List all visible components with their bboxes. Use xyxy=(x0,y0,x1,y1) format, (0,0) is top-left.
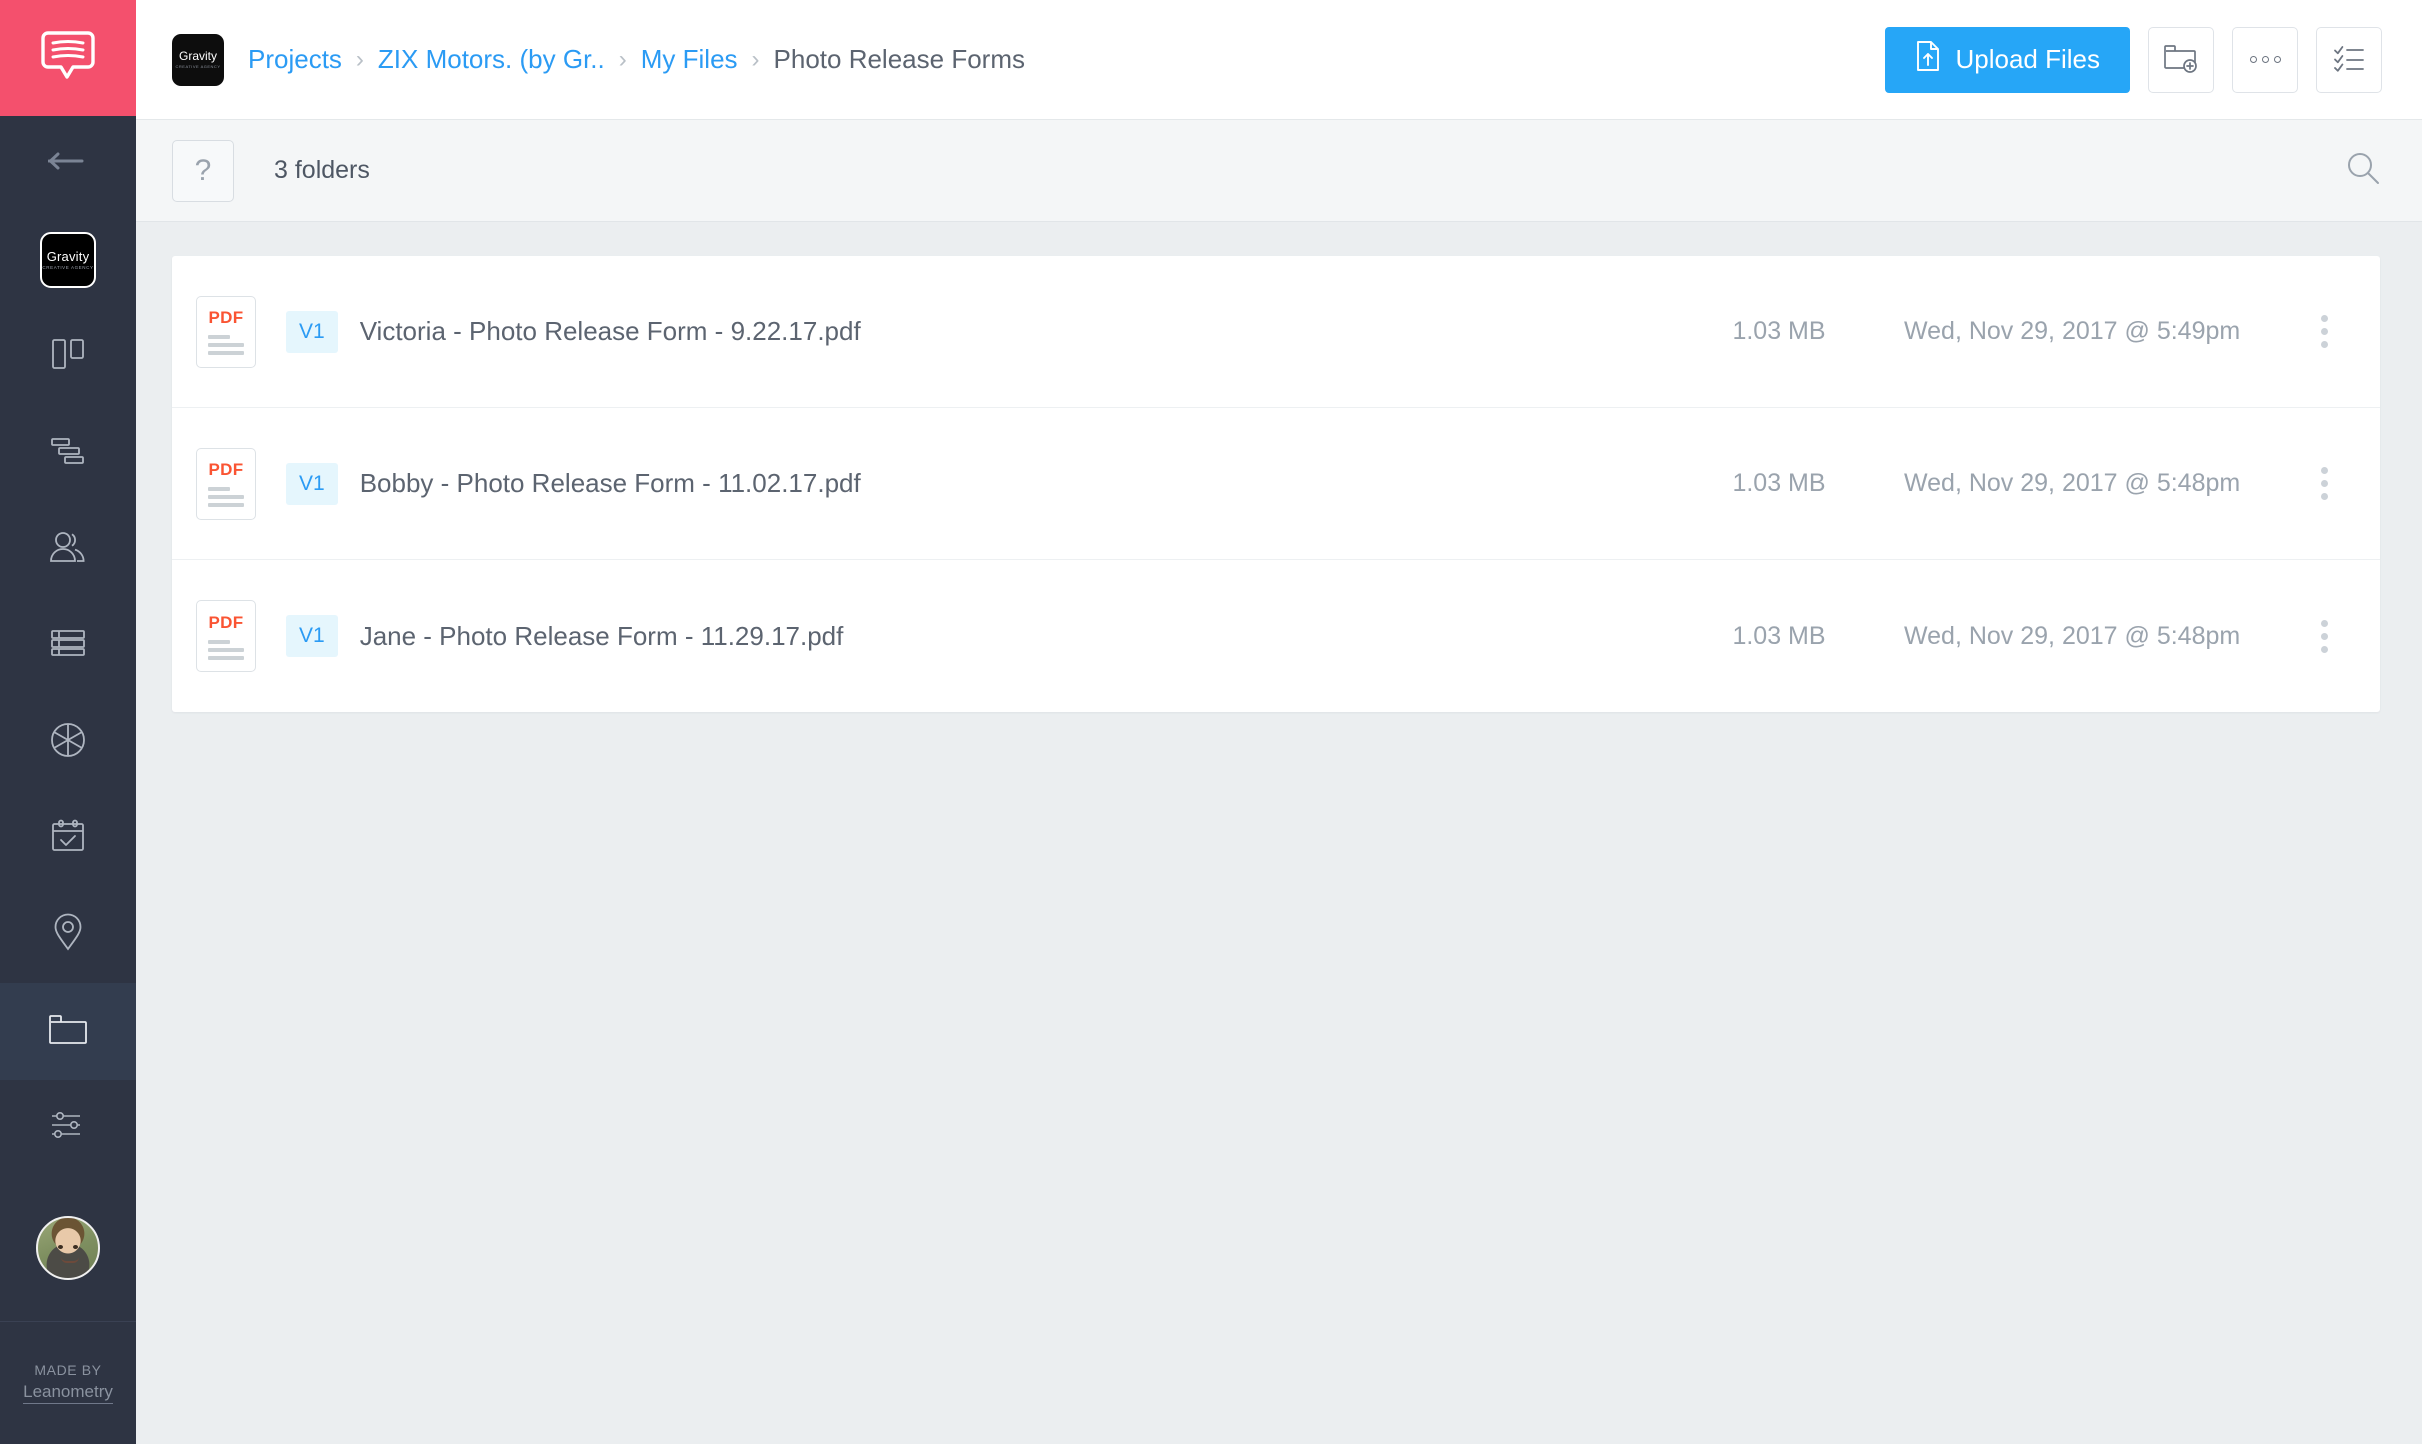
file-upload-icon xyxy=(1915,40,1941,79)
file-modified-date: Wed, Nov 29, 2017 @ 5:48pm xyxy=(1904,469,2304,498)
breadcrumb-item-zix-motors[interactable]: ZIX Motors. (by Gr.. xyxy=(378,44,605,75)
sidebar-workspace-button[interactable]: Gravity CREATIVE AGENCY xyxy=(0,212,136,308)
leanometry-link[interactable]: Leanometry xyxy=(23,1382,113,1404)
upload-files-button[interactable]: Upload Files xyxy=(1885,27,2130,93)
file-size: 1.03 MB xyxy=(1654,622,1904,651)
folder-icon xyxy=(48,1012,88,1051)
sidebar-collapse-button[interactable] xyxy=(0,116,136,212)
gravity-logo: Gravity CREATIVE AGENCY xyxy=(40,232,96,288)
sidebar-item-files[interactable] xyxy=(0,983,136,1079)
file-name[interactable]: Victoria - Photo Release Form - 9.22.17.… xyxy=(360,316,861,347)
table-row[interactable]: PDF V1 Victoria - Photo Release Form - 9… xyxy=(172,256,2380,408)
breadcrumb-separator: › xyxy=(356,48,364,72)
breadcrumb: Projects › ZIX Motors. (by Gr.. › My Fil… xyxy=(248,44,1025,75)
file-size: 1.03 MB xyxy=(1654,317,1904,346)
search-button[interactable] xyxy=(2346,151,2380,190)
app-root: Gravity CREATIVE AGENCY xyxy=(0,0,2422,1444)
file-name[interactable]: Jane - Photo Release Form - 11.29.17.pdf xyxy=(360,621,844,652)
kanban-board-icon xyxy=(49,336,87,377)
arrow-left-icon xyxy=(48,151,88,176)
project-logo[interactable]: Gravity CREATIVE AGENCY xyxy=(172,34,224,86)
pdf-icon-lines xyxy=(208,640,244,660)
new-folder-button[interactable] xyxy=(2148,27,2214,93)
sidebar-item-boards[interactable] xyxy=(0,308,136,404)
version-badge: V1 xyxy=(286,311,338,353)
pdf-icon-lines xyxy=(208,487,244,507)
dots-vertical-icon[interactable] xyxy=(2304,467,2344,500)
checklist-icon xyxy=(2333,44,2365,75)
team-users-icon xyxy=(48,530,88,569)
breadcrumb-separator: › xyxy=(619,48,627,72)
pdf-file-icon: PDF xyxy=(196,600,256,672)
avatar xyxy=(36,1216,100,1280)
sidebar-item-locations[interactable] xyxy=(0,887,136,983)
made-by-label: MADE BY xyxy=(34,1362,101,1378)
breadcrumb-item-projects[interactable]: Projects xyxy=(248,44,342,75)
content-area: PDF V1 Victoria - Photo Release Form - 9… xyxy=(136,222,2422,1444)
top-bar: Gravity CREATIVE AGENCY Projects › ZIX M… xyxy=(136,0,2422,120)
sidebar-item-gantt[interactable] xyxy=(0,405,136,501)
sidebar-profile-button[interactable] xyxy=(0,1176,136,1321)
more-options-button[interactable] xyxy=(2232,27,2298,93)
table-row[interactable]: PDF V1 Jane - Photo Release Form - 11.29… xyxy=(172,560,2380,712)
version-badge: V1 xyxy=(286,463,338,505)
sliders-icon xyxy=(49,1110,87,1145)
calendar-check-icon xyxy=(49,818,87,859)
sidebar-footer: MADE BY Leanometry xyxy=(0,1321,136,1444)
version-badge: V1 xyxy=(286,615,338,657)
breadcrumb-item-my-files[interactable]: My Files xyxy=(641,44,738,75)
sidebar: Gravity CREATIVE AGENCY xyxy=(0,0,136,1444)
aperture-icon xyxy=(49,721,87,764)
list-rows-icon xyxy=(49,628,87,663)
gravity-logo-subtitle: CREATIVE AGENCY xyxy=(42,265,93,270)
file-name[interactable]: Bobby - Photo Release Form - 11.02.17.pd… xyxy=(360,468,861,499)
project-logo-subtitle: CREATIVE AGENCY xyxy=(176,64,221,69)
top-bar-actions: Upload Files xyxy=(1885,27,2382,93)
sub-toolbar: ? 3 folders xyxy=(136,120,2422,222)
pdf-file-type-label: PDF xyxy=(209,460,244,480)
gravity-logo-name: Gravity xyxy=(47,250,90,263)
pdf-file-icon: PDF xyxy=(196,296,256,368)
pdf-file-type-label: PDF xyxy=(209,613,244,633)
breadcrumb-separator: › xyxy=(752,48,760,72)
chat-bubble-icon xyxy=(40,29,96,86)
pdf-file-type-label: PDF xyxy=(209,308,244,328)
table-row[interactable]: PDF V1 Bobby - Photo Release Form - 11.0… xyxy=(172,408,2380,560)
file-modified-date: Wed, Nov 29, 2017 @ 5:49pm xyxy=(1904,317,2304,346)
sidebar-logo-button[interactable] xyxy=(0,0,136,116)
folder-plus-icon xyxy=(2164,43,2198,76)
map-pin-icon xyxy=(53,913,83,956)
pdf-icon-lines xyxy=(208,335,244,355)
breadcrumb-item-current: Photo Release Forms xyxy=(774,44,1025,75)
sidebar-item-team[interactable] xyxy=(0,501,136,597)
sidebar-item-assets[interactable] xyxy=(0,694,136,790)
sidebar-item-settings[interactable] xyxy=(0,1080,136,1176)
pdf-file-icon: PDF xyxy=(196,448,256,520)
dots-vertical-icon[interactable] xyxy=(2304,315,2344,348)
main-area: Gravity CREATIVE AGENCY Projects › ZIX M… xyxy=(136,0,2422,1444)
dots-horizontal-icon xyxy=(2250,56,2281,63)
gantt-chart-icon xyxy=(49,436,87,471)
project-logo-name: Gravity xyxy=(179,50,217,62)
checklist-button[interactable] xyxy=(2316,27,2382,93)
file-size: 1.03 MB xyxy=(1654,469,1904,498)
folders-count-label: 3 folders xyxy=(274,156,370,185)
sidebar-item-tasks[interactable] xyxy=(0,598,136,694)
sidebar-item-calendar[interactable] xyxy=(0,790,136,886)
search-icon xyxy=(2346,151,2380,190)
file-modified-date: Wed, Nov 29, 2017 @ 5:48pm xyxy=(1904,622,2304,651)
upload-files-label: Upload Files xyxy=(1955,44,2100,75)
help-button[interactable]: ? xyxy=(172,140,234,202)
dots-vertical-icon[interactable] xyxy=(2304,620,2344,653)
file-list: PDF V1 Victoria - Photo Release Form - 9… xyxy=(172,256,2380,712)
